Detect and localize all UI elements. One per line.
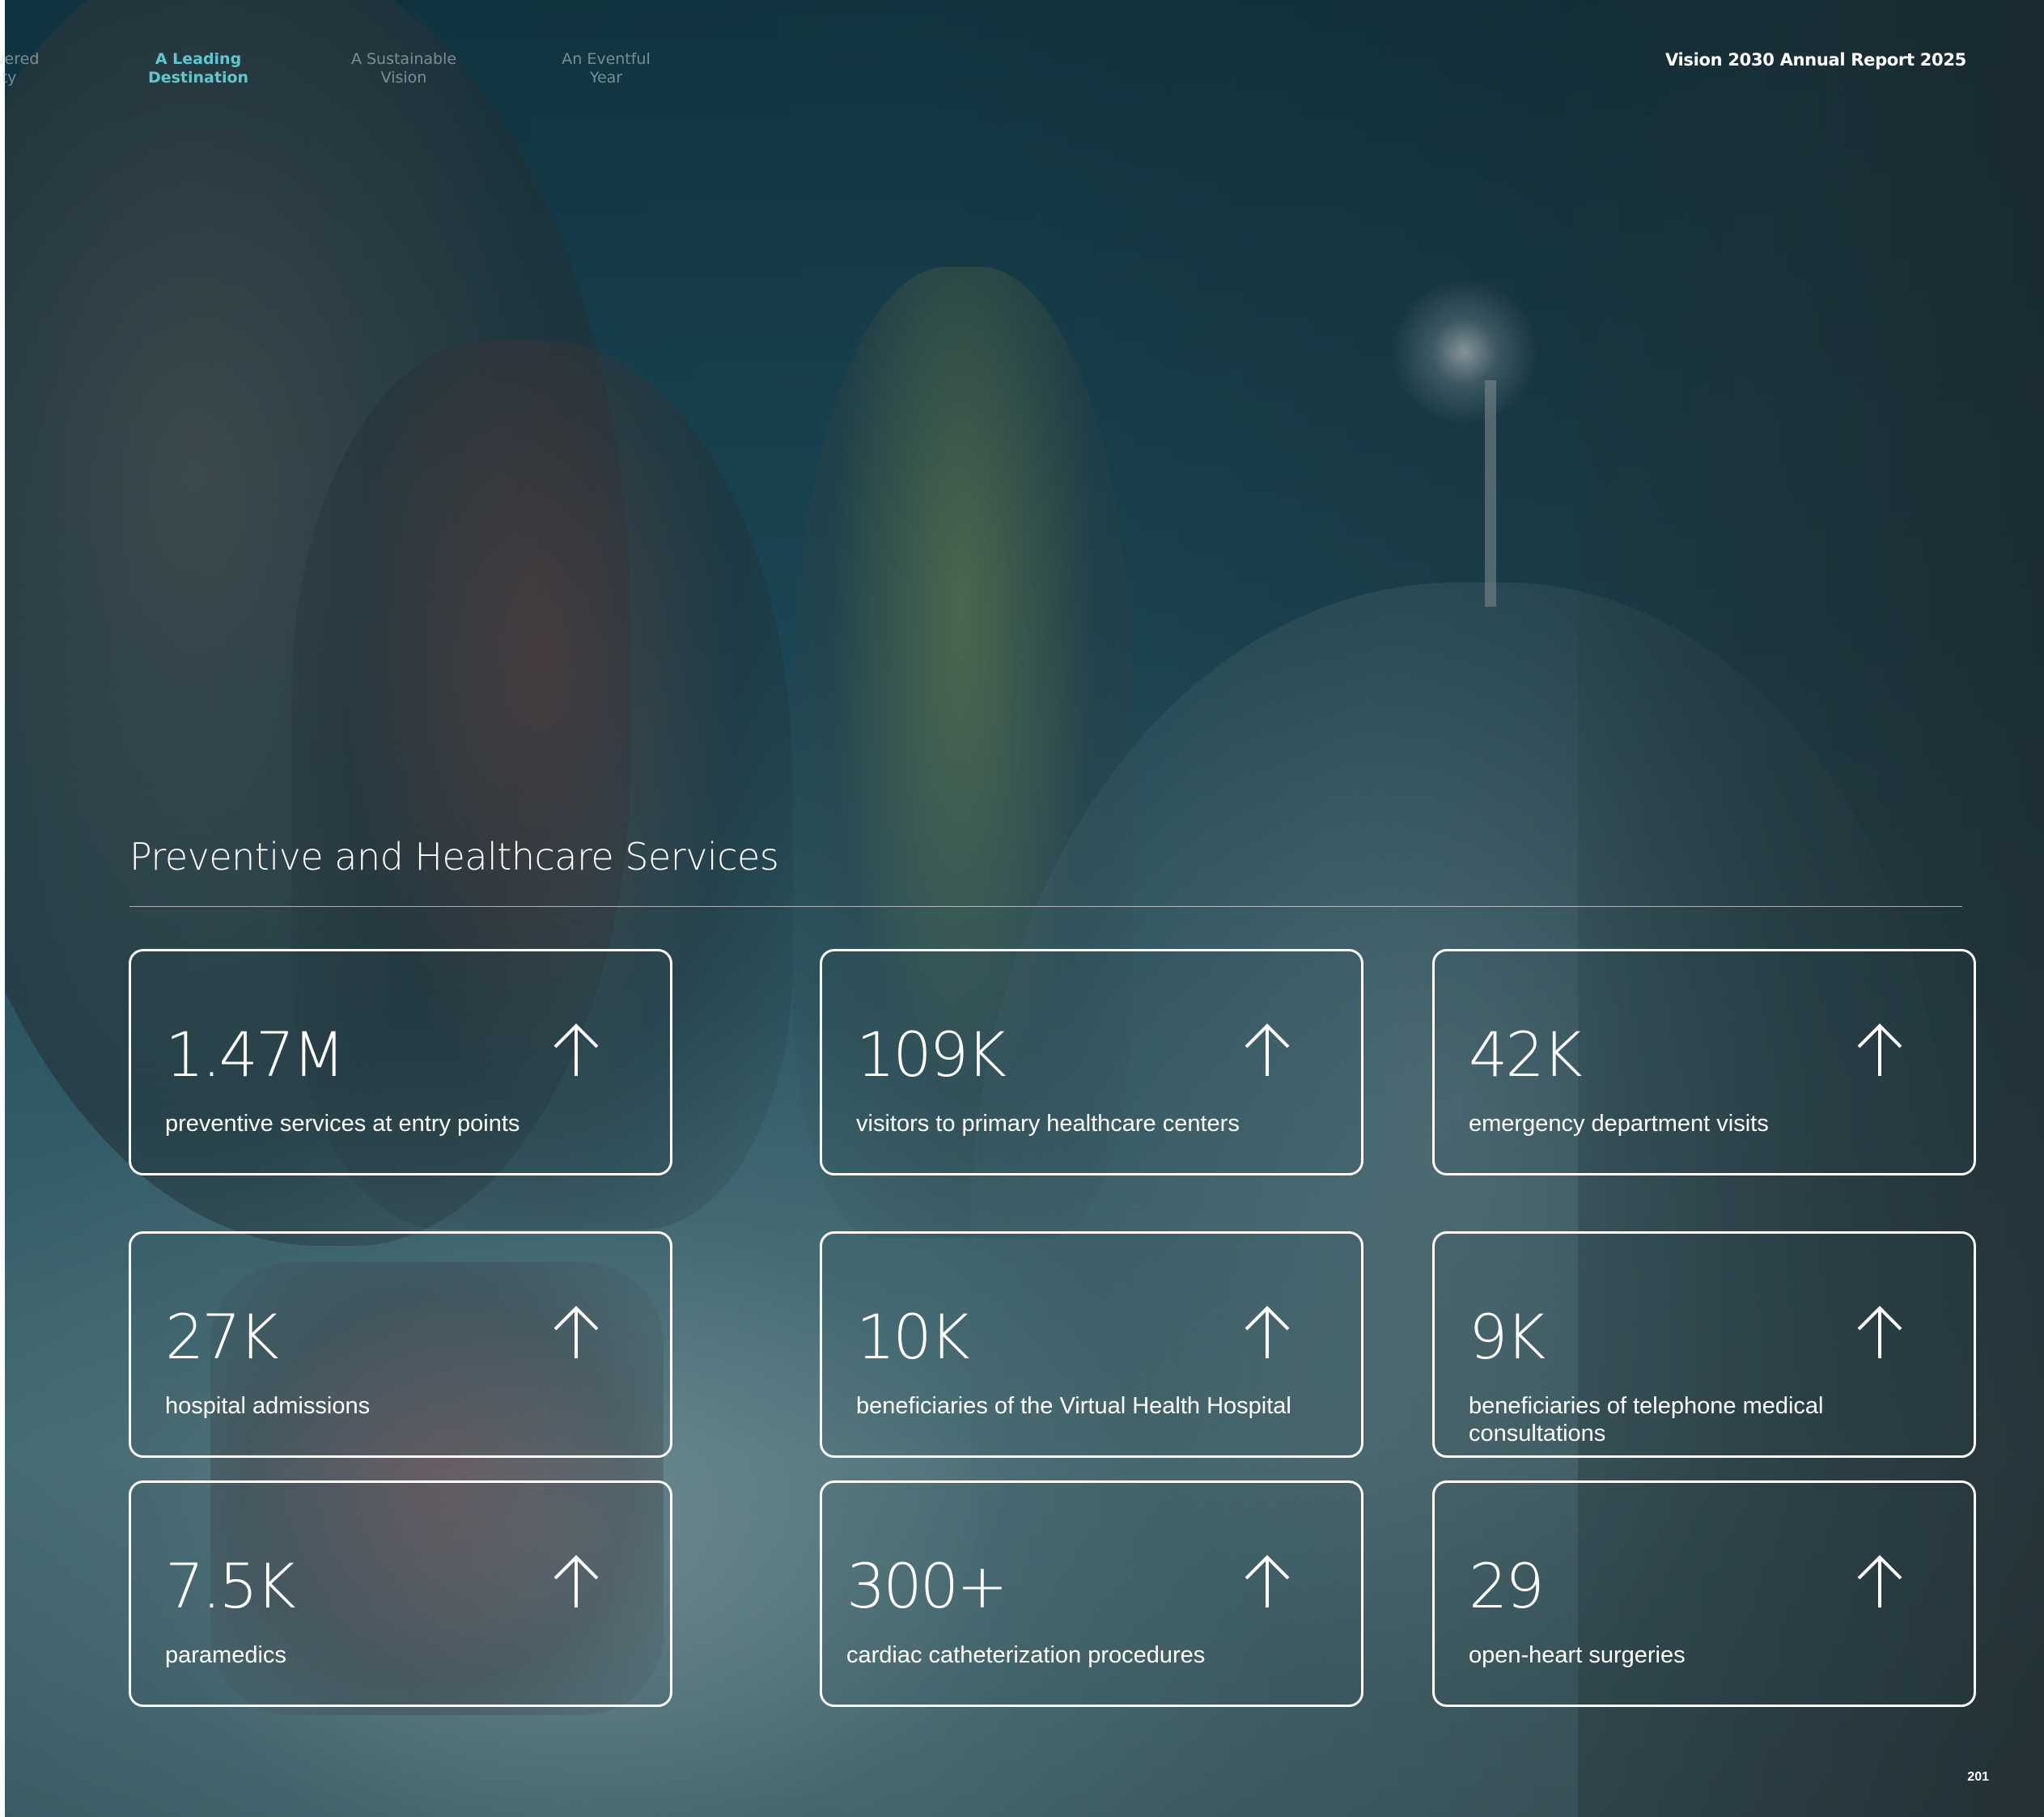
stat-label: beneficiaries of the Virtual Health Hosp… — [856, 1393, 1291, 1419]
page-edge — [0, 0, 5, 1817]
nav-item-sustainable-vision[interactable]: A Sustainable Vision — [335, 50, 473, 87]
page-number: 201 — [1967, 1770, 1989, 1784]
arrow-up-icon — [1857, 1306, 1902, 1358]
section-divider — [129, 906, 1962, 907]
stat-card: 109K visitors to primary healthcare cent… — [820, 949, 1363, 1175]
arrow-up-icon — [553, 1023, 599, 1076]
stat-card: 9K beneficiaries of telephone medical co… — [1432, 1231, 1976, 1458]
stat-value: 9K — [1469, 1301, 1546, 1373]
stat-label: cardiac catheterization procedures — [846, 1642, 1206, 1668]
arrow-up-icon — [1857, 1555, 1902, 1607]
arrow-up-icon — [1245, 1555, 1290, 1607]
stat-card: 7.5K paramedics — [129, 1480, 672, 1707]
stat-value: 29 — [1469, 1550, 1545, 1622]
stat-value: 10K — [856, 1301, 970, 1373]
arrow-up-icon — [1245, 1306, 1290, 1358]
section-title: Preventive and Healthcare Services — [129, 835, 779, 879]
stat-value: 300+ — [846, 1550, 1008, 1622]
stat-label: open-heart surgeries — [1469, 1642, 1686, 1668]
stat-label: preventive services at entry points — [165, 1111, 520, 1137]
nav-item-eventful-year[interactable]: An Eventful Year — [537, 50, 675, 87]
stat-card: 300+ cardiac catheterization procedures — [820, 1480, 1363, 1707]
chapter-navigation: wered ety A Leading Destination A Sustai… — [0, 0, 2044, 113]
stat-label: paramedics — [165, 1642, 286, 1668]
stat-label: beneficiaries of telephone medical consu… — [1469, 1393, 1824, 1446]
stat-value: 7.5K — [165, 1550, 296, 1622]
arrow-up-icon — [553, 1306, 599, 1358]
stat-label: visitors to primary healthcare centers — [856, 1111, 1240, 1137]
stat-card: 10K beneficiaries of the Virtual Health … — [820, 1231, 1363, 1458]
nav-item-empowered-society[interactable]: wered ety — [0, 50, 65, 87]
arrow-up-icon — [1857, 1023, 1902, 1076]
stat-card: 27K hospital admissions — [129, 1231, 672, 1458]
stat-value: 27K — [165, 1301, 279, 1373]
nav-item-leading-destination[interactable]: A Leading Destination — [129, 50, 267, 87]
arrow-up-icon — [1245, 1023, 1290, 1076]
stat-label: hospital admissions — [165, 1393, 371, 1419]
arrow-up-icon — [553, 1555, 599, 1607]
stat-value: 1.47M — [165, 1019, 346, 1091]
stat-value: 109K — [856, 1019, 1007, 1091]
report-title: Vision 2030 Annual Report 2025 — [1664, 50, 1966, 70]
stat-card: 1.47M preventive services at entry point… — [129, 949, 672, 1175]
stat-value: 42K — [1469, 1019, 1583, 1091]
stat-card: 42K emergency department visits — [1432, 949, 1976, 1175]
stat-card: 29 open-heart surgeries — [1432, 1480, 1976, 1707]
stat-label: emergency department visits — [1469, 1111, 1769, 1137]
